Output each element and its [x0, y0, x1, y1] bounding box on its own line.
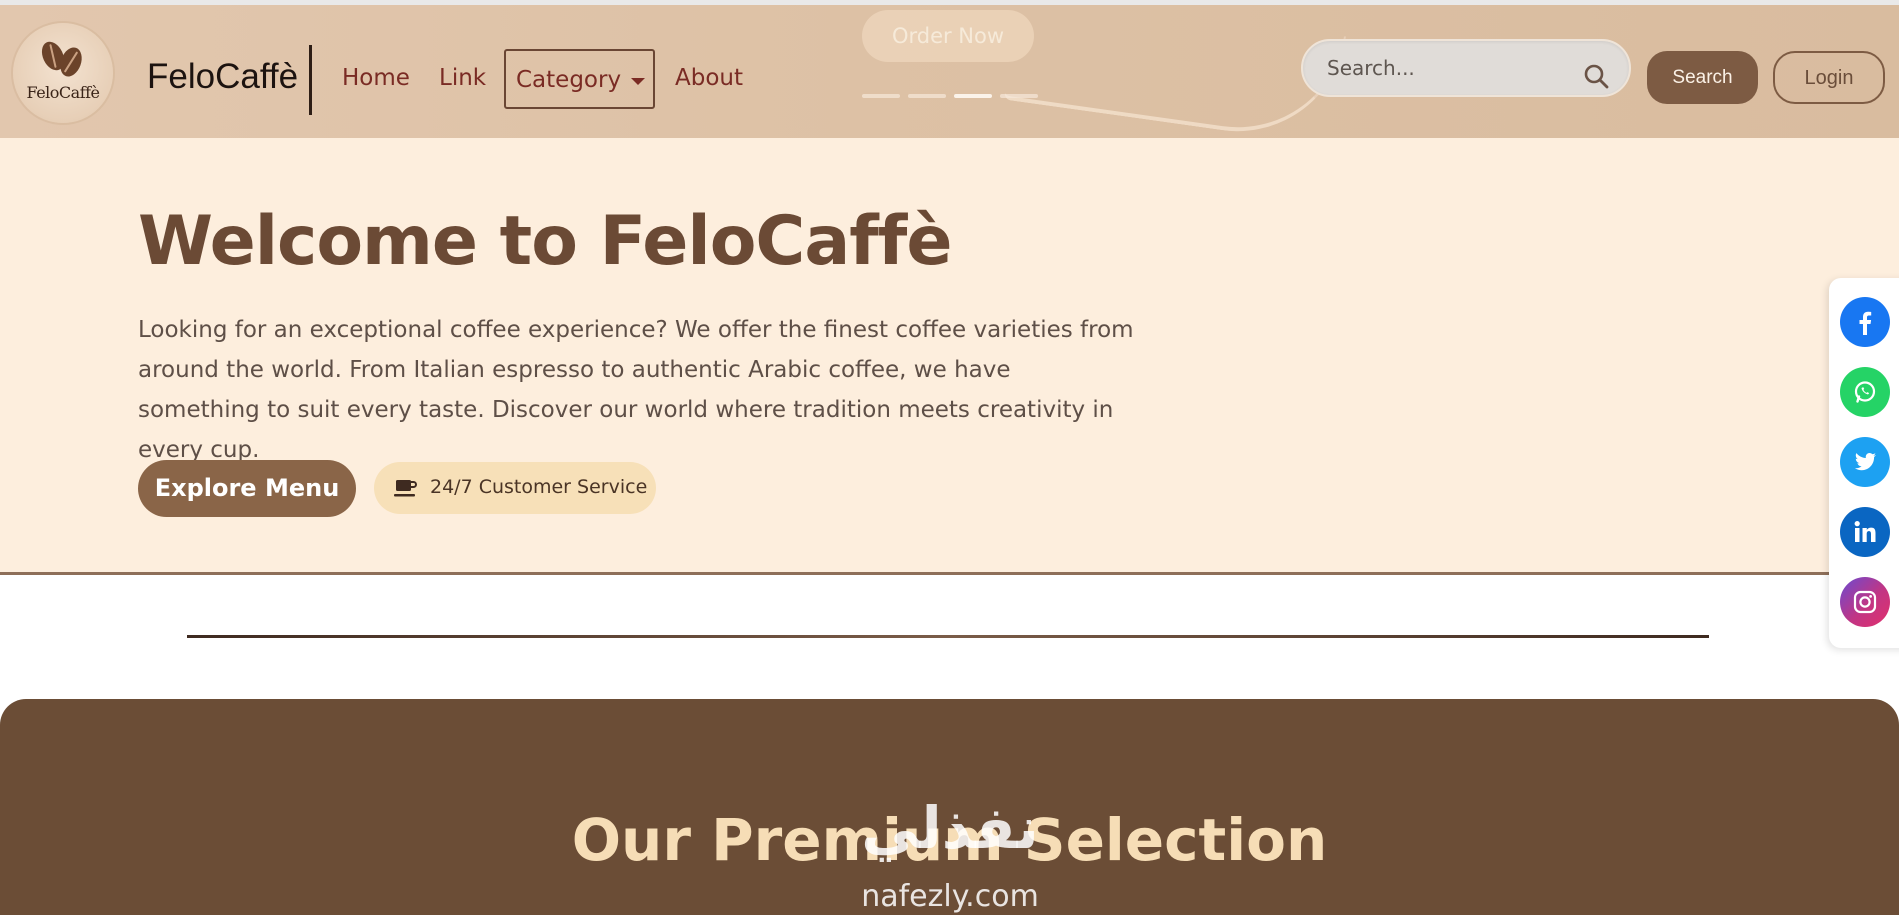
order-now-button[interactable]: Order Now	[862, 10, 1034, 62]
nav-link-about[interactable]: About	[675, 65, 743, 91]
linkedin-icon	[1854, 521, 1876, 542]
watermark-domain: nafezly.com	[861, 879, 1039, 914]
customer-service-label: 24/7 Customer Service	[430, 476, 648, 498]
whatsapp-button[interactable]	[1840, 367, 1890, 417]
facebook-icon	[1859, 311, 1872, 335]
nav-link-home[interactable]: Home	[342, 65, 410, 91]
logo-text: FeloCaffè	[26, 83, 100, 102]
brand-name[interactable]: FeloCaffè	[147, 57, 298, 97]
section-divider	[187, 635, 1709, 638]
carousel-indicator[interactable]	[862, 94, 900, 98]
hero-description: Looking for an exceptional coffee experi…	[138, 317, 1134, 463]
premium-section: Our Premium Selection نفذلي nafezly.com	[0, 699, 1899, 915]
search-input[interactable]	[1301, 39, 1631, 97]
decorative-swirl	[1003, 5, 1347, 138]
instagram-icon	[1853, 590, 1877, 614]
carousel-indicator-active[interactable]	[954, 94, 992, 98]
watermark-arabic: نفذلي	[861, 794, 1039, 862]
carousel-indicator[interactable]	[1000, 94, 1038, 98]
twitter-button[interactable]	[1840, 437, 1890, 487]
search-icon[interactable]	[1583, 63, 1609, 89]
facebook-button[interactable]	[1840, 297, 1890, 347]
category-dropdown[interactable]: Category	[504, 49, 655, 109]
caret-down-icon	[631, 78, 645, 85]
brand-divider	[309, 45, 312, 115]
social-sidebar	[1829, 278, 1899, 648]
search-button[interactable]: Search	[1647, 51, 1758, 104]
category-dropdown-label: Category	[516, 67, 622, 93]
logo[interactable]: FeloCaffè	[13, 23, 113, 123]
carousel-indicator[interactable]	[908, 94, 946, 98]
explore-menu-button[interactable]: Explore Menu	[138, 460, 356, 517]
whatsapp-icon	[1854, 381, 1876, 403]
login-button[interactable]: Login	[1773, 51, 1885, 104]
navbar: FeloCaffè FeloCaffè Home Link Category A…	[0, 0, 1899, 138]
hero-title: Welcome to FeloCaffè	[138, 202, 952, 281]
customer-service-badge[interactable]: 24/7 Customer Service	[374, 462, 656, 514]
linkedin-button[interactable]	[1840, 507, 1890, 557]
coffee-cup-icon	[394, 480, 417, 497]
nav-link-link[interactable]: Link	[439, 65, 486, 91]
twitter-icon	[1854, 453, 1877, 471]
instagram-button[interactable]	[1840, 577, 1890, 627]
hero-section: Welcome to FeloCaffè Looking for an exce…	[0, 138, 1899, 575]
